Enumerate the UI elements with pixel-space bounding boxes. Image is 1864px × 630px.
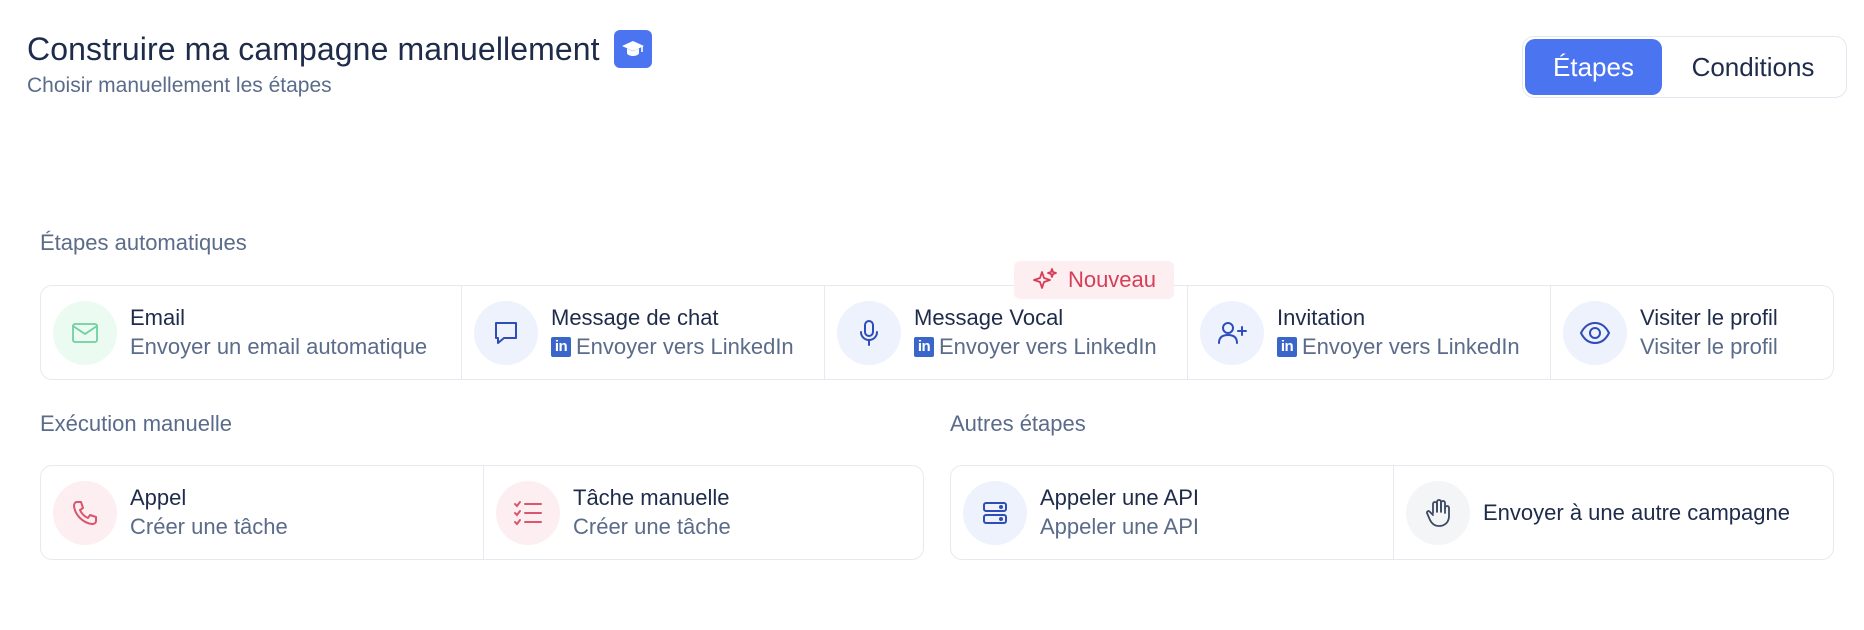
step-card-title: Envoyer à une autre campagne xyxy=(1483,499,1790,525)
step-card-voice-message[interactable]: Message Vocal in Envoyer vers LinkedIn xyxy=(824,286,1187,379)
graduation-cap-icon[interactable] xyxy=(613,30,652,68)
section-label-manual: Exécution manuelle xyxy=(40,411,233,436)
step-card-visit-profile[interactable]: Visiter le profil Visiter le profil xyxy=(1550,286,1833,379)
task-list-icon xyxy=(496,480,560,545)
view-toggle: Étapes Conditions xyxy=(1522,36,1847,98)
hand-icon xyxy=(1406,480,1470,545)
section-label-other: Autres étapes xyxy=(950,411,1086,436)
section-label-automatic: Étapes automatiques xyxy=(40,230,247,255)
mail-icon xyxy=(53,300,117,365)
step-card-subtitle: in Envoyer vers LinkedIn xyxy=(551,332,794,362)
step-card-invitation[interactable]: Invitation in Envoyer vers LinkedIn xyxy=(1187,286,1550,379)
new-badge: Nouveau xyxy=(1014,261,1174,299)
step-card-call-api[interactable]: Appeler une API Appeler une API xyxy=(951,466,1393,559)
server-icon xyxy=(963,480,1027,545)
other-steps-group: Appeler une API Appeler une API Envoyer … xyxy=(950,465,1834,560)
step-card-title: Message Vocal xyxy=(914,304,1064,330)
step-card-subtitle: Visiter le profil xyxy=(1640,333,1778,359)
step-card-title: Invitation xyxy=(1277,304,1366,330)
microphone-icon xyxy=(837,300,901,365)
sparkle-icon xyxy=(1033,268,1057,289)
step-card-title: Visiter le profil xyxy=(1640,304,1778,330)
chat-icon xyxy=(474,300,538,365)
toggle-steps-button[interactable]: Étapes xyxy=(1525,39,1662,95)
step-card-subtitle: Créer une tâche xyxy=(130,513,288,539)
step-card-subtitle: in Envoyer vers LinkedIn xyxy=(914,332,1157,362)
linkedin-icon: in xyxy=(1277,336,1297,357)
user-plus-icon xyxy=(1200,300,1264,365)
step-card-title: Appel xyxy=(130,484,187,510)
toggle-conditions-button[interactable]: Conditions xyxy=(1662,39,1844,95)
phone-icon xyxy=(53,480,117,545)
automatic-steps-group: Email Envoyer un email automatique Messa… xyxy=(40,285,1834,380)
eye-icon xyxy=(1563,300,1627,365)
step-card-email[interactable]: Email Envoyer un email automatique xyxy=(41,286,461,379)
step-card-title: Email xyxy=(130,304,186,330)
page-header: Construire ma campagne manuellement Choi… xyxy=(27,30,652,98)
step-card-subtitle: Créer une tâche xyxy=(573,513,731,539)
linkedin-icon: in xyxy=(551,336,571,357)
step-card-title: Message de chat xyxy=(551,304,719,330)
linkedin-icon: in xyxy=(914,336,934,357)
step-card-title: Appeler une API xyxy=(1040,484,1200,510)
page-title: Construire ma campagne manuellement xyxy=(27,30,600,67)
step-card-subtitle: in Envoyer vers LinkedIn xyxy=(1277,332,1520,362)
title-row: Construire ma campagne manuellement xyxy=(27,30,652,68)
step-card-send-to-campaign[interactable]: Envoyer à une autre campagne xyxy=(1393,466,1833,559)
step-card-subtitle: Appeler une API xyxy=(1040,513,1200,539)
manual-steps-group: Appel Créer une tâche Tâche manuelle Cré… xyxy=(40,465,924,560)
step-card-subtitle: Envoyer un email automatique xyxy=(130,333,428,359)
step-card-chat-message[interactable]: Message de chat in Envoyer vers LinkedIn xyxy=(461,286,824,379)
step-card-title: Tâche manuelle xyxy=(573,484,730,510)
step-card-manual-task[interactable]: Tâche manuelle Créer une tâche xyxy=(483,466,923,559)
step-card-call[interactable]: Appel Créer une tâche xyxy=(41,466,483,559)
page-subtitle: Choisir manuellement les étapes xyxy=(27,74,332,97)
